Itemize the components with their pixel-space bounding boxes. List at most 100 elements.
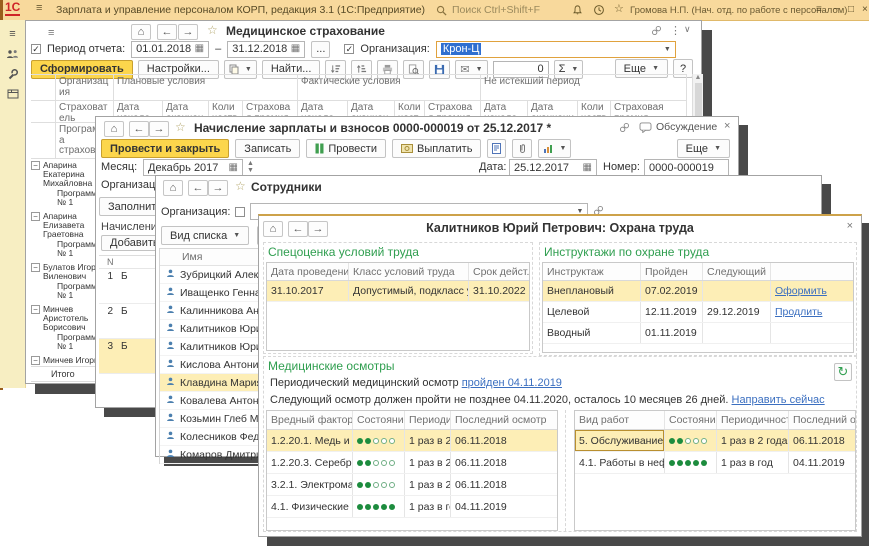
works-table[interactable]: Вид работ Состояние Периодичность Послед… bbox=[574, 410, 856, 531]
refresh-button[interactable]: ↻ bbox=[834, 363, 852, 381]
collapse-expander-icon[interactable]: − bbox=[31, 263, 40, 272]
sidebar-employees-icon[interactable] bbox=[0, 44, 25, 64]
close-app-icon[interactable]: × bbox=[862, 4, 868, 15]
more-label: Еще bbox=[624, 63, 646, 75]
favorite-star-icon[interactable]: ☆ bbox=[175, 120, 186, 134]
back-icon[interactable]: ← bbox=[129, 121, 149, 137]
view-list-label: Вид списка bbox=[170, 230, 227, 242]
structure-icon[interactable] bbox=[487, 139, 506, 158]
home-icon[interactable]: ⌂ bbox=[163, 180, 183, 196]
briefings-table[interactable]: Инструктаж Пройден Следующий Внеплановый… bbox=[542, 262, 854, 353]
forward-icon[interactable]: → bbox=[149, 121, 169, 137]
status-dot bbox=[381, 504, 387, 510]
work-row[interactable]: 4.1. Работы в нефтян...1 раз в год04.11.… bbox=[575, 452, 855, 474]
factor-row[interactable]: 4.1. Физические перегр...1 раз в год04.1… bbox=[267, 496, 557, 518]
colgroup-actual: Фактические условия bbox=[298, 74, 481, 101]
more-button[interactable]: Еще▼ bbox=[677, 139, 730, 158]
write-button[interactable]: Записать bbox=[235, 139, 300, 158]
month-field[interactable]: Декабрь 2017 ▦ bbox=[143, 159, 243, 176]
last-exam-cell: 04.11.2019 bbox=[451, 496, 557, 517]
periodicity-cell: 1 раз в 2 г... bbox=[405, 474, 451, 495]
sidebar-tools-wrench-icon[interactable] bbox=[0, 64, 25, 84]
date-label: Дата: bbox=[479, 161, 506, 173]
post-and-close-button[interactable]: Провести и закрыть bbox=[101, 139, 229, 158]
date-field[interactable]: 25.12.2017▦ bbox=[509, 159, 597, 176]
post-button[interactable]: Провести bbox=[306, 139, 386, 158]
minimize-icon[interactable]: − bbox=[833, 4, 839, 15]
collapse-expander-icon[interactable]: − bbox=[31, 356, 40, 365]
maximize-icon[interactable]: □ bbox=[848, 4, 854, 15]
dropdown-icon[interactable]: ▼ bbox=[664, 46, 671, 53]
close-window-icon[interactable]: × bbox=[847, 220, 853, 232]
global-search[interactable]: Поиск Ctrl+Shift+F bbox=[434, 3, 540, 17]
period-from-field[interactable]: 01.01.2018▦ bbox=[131, 41, 209, 58]
collapse-expander-icon[interactable]: − bbox=[31, 305, 40, 314]
favorites-star-icon[interactable]: ☆ bbox=[614, 2, 624, 15]
search-icon bbox=[434, 3, 448, 17]
collapse-expander-icon[interactable]: − bbox=[31, 212, 40, 221]
collapse-expander-icon[interactable]: − bbox=[31, 161, 40, 170]
calendar-icon[interactable]: ▦ bbox=[195, 44, 204, 54]
pay-button[interactable]: Выплатить bbox=[392, 139, 481, 158]
calendar-icon[interactable]: ▦ bbox=[229, 163, 238, 173]
periodicity-cell: 1 раз в 2 г... bbox=[405, 452, 451, 473]
briefing-action-link[interactable]: Оформить bbox=[775, 285, 827, 297]
close-window-icon[interactable]: × bbox=[724, 120, 730, 132]
form-menu-icon[interactable]: ≡ bbox=[48, 27, 54, 39]
main-menu-icon[interactable]: ≡ bbox=[36, 2, 42, 14]
factors-table[interactable]: Вредный фактор Состояние Периодичн... По… bbox=[266, 410, 558, 531]
period-to-field[interactable]: 31.12.2018▦ bbox=[227, 41, 305, 58]
factor-row[interactable]: 1.2.20.1. Медь и ее сое...1 раз в 2 г...… bbox=[267, 430, 557, 452]
window-menu-icon[interactable]: ≡ bbox=[816, 4, 822, 15]
org-checkbox[interactable] bbox=[235, 207, 245, 217]
work-row[interactable]: 5. Обслуживание со...1 раз в 2 года06.11… bbox=[575, 430, 855, 452]
person-icon bbox=[166, 304, 175, 317]
get-link-icon[interactable] bbox=[651, 25, 662, 39]
sout-table[interactable]: Дата проведения Класс условий труда Срок… bbox=[266, 262, 530, 351]
collapse-icon[interactable]: ∨ bbox=[684, 24, 691, 35]
status-dots bbox=[665, 452, 717, 473]
calendar-icon[interactable]: ▦ bbox=[583, 163, 592, 173]
month-stepper[interactable]: ▲▼ bbox=[247, 160, 254, 174]
home-icon[interactable]: ⌂ bbox=[104, 121, 124, 137]
sidebar-menu-icon[interactable]: ≡ bbox=[0, 24, 25, 44]
reports-icon[interactable]: ▼ bbox=[538, 139, 571, 158]
last-exam-cell: 04.11.2019 bbox=[789, 452, 855, 473]
periodic-passed-link[interactable]: пройден 04.11.2019 bbox=[462, 377, 562, 389]
calendar-icon[interactable]: ▦ bbox=[291, 44, 300, 54]
back-icon[interactable]: ← bbox=[157, 24, 177, 40]
status-dot bbox=[701, 438, 707, 444]
current-user[interactable]: Громова Н.П. (Нач. отд. по работе с перс… bbox=[630, 5, 847, 16]
briefing-action-link[interactable]: Продлить bbox=[775, 306, 822, 318]
org-checkbox[interactable]: ✓ bbox=[344, 44, 354, 54]
more-kebab-icon[interactable]: ⋮ bbox=[670, 24, 681, 37]
history-clock-icon[interactable] bbox=[592, 3, 606, 17]
briefing-cell: Вводный bbox=[543, 323, 641, 343]
attachment-paperclip-icon[interactable] bbox=[512, 139, 532, 158]
send-now-link[interactable]: Направить сейчас bbox=[732, 394, 825, 406]
forward-icon[interactable]: → bbox=[178, 24, 198, 40]
period-checkbox[interactable]: ✓ bbox=[31, 44, 41, 54]
factor-row[interactable]: 3.2.1. Электромагнитно...1 раз в 2 г...0… bbox=[267, 474, 557, 496]
home-icon[interactable]: ⌂ bbox=[131, 24, 151, 40]
tab-accruals[interactable]: Начисления bbox=[101, 221, 163, 233]
favorite-star-icon[interactable]: ☆ bbox=[235, 179, 246, 193]
month-value: Декабрь 2017 bbox=[148, 162, 218, 174]
period-options-button[interactable]: ... bbox=[311, 41, 330, 58]
number-field[interactable]: 0000-000019 bbox=[644, 159, 729, 176]
back-icon[interactable]: ← bbox=[188, 180, 208, 196]
banknote-icon bbox=[401, 144, 413, 153]
sidebar-cardfile-icon[interactable] bbox=[0, 84, 25, 104]
factor-row[interactable]: 1.2.20.3. Серебро (Р) и ...1 раз в 2 г..… bbox=[267, 452, 557, 474]
discussion-button[interactable]: Обсуждение bbox=[639, 121, 717, 133]
sout-row[interactable]: 31.10.2017 Допустимый, подкласс усло... … bbox=[267, 281, 529, 302]
favorite-star-icon[interactable]: ☆ bbox=[207, 23, 218, 37]
view-list-button[interactable]: Вид списка▼ bbox=[161, 226, 249, 245]
briefing-row[interactable]: Внеплановый07.02.2019Оформить bbox=[543, 281, 853, 302]
forward-icon[interactable]: → bbox=[208, 180, 228, 196]
briefing-row[interactable]: Целевой12.11.201929.12.2019Продлить bbox=[543, 302, 853, 323]
briefing-row[interactable]: Вводный01.11.2019 bbox=[543, 323, 853, 344]
notifications-bell-icon[interactable] bbox=[570, 3, 584, 17]
get-link-icon[interactable] bbox=[619, 122, 630, 136]
org-field[interactable]: Крон-Ц ▼ bbox=[436, 41, 676, 58]
